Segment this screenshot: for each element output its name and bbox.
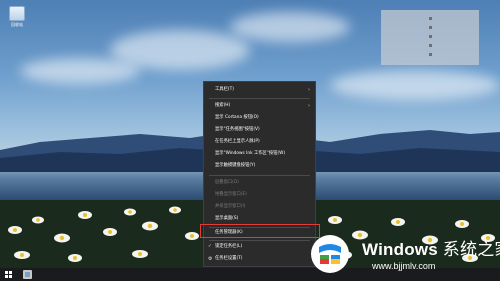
menu-item-label: 搜索(H) [215, 103, 231, 108]
menu-item-label: 在任务栏上显示人脉(P) [215, 139, 260, 144]
panel-mark [429, 17, 432, 20]
menu-item-label: 显示"任务视图"按钮(V) [215, 127, 260, 132]
blurred-panel [381, 10, 479, 65]
menu-item-label: 堆叠显示窗口(E) [215, 192, 247, 197]
menu-item-label: 显示触摸键盘按钮(Y) [215, 163, 256, 168]
checkmark-icon: ✓ [208, 244, 212, 249]
chevron-right-icon: › [308, 103, 310, 109]
menu-item-show-task-view[interactable]: 显示"任务视图"按钮(V) [204, 125, 315, 135]
windows-logo-icon [319, 244, 341, 264]
watermark-brand: Windows 系统之家 [362, 235, 500, 260]
panel-mark [429, 53, 432, 56]
taskbar-app-icon[interactable] [23, 270, 32, 279]
menu-item-label: 层叠窗口(D) [215, 180, 239, 185]
watermark: Windows 系统之家 www.bjjmlv.com [299, 226, 500, 281]
menu-separator [209, 175, 310, 176]
menu-item-search[interactable]: 搜索(H) › [204, 101, 315, 111]
watermark-brand-en: Windows [362, 240, 438, 259]
menu-item-label: 显示"Windows Ink 工作区"按钮(W) [215, 151, 286, 156]
desktop-icon-label: 回收站 [11, 22, 23, 27]
recycle-bin-shortcut[interactable]: 回收站 [6, 6, 28, 28]
panel-mark [429, 26, 432, 29]
menu-item-show-desktop[interactable]: 显示桌面(S) [204, 214, 315, 224]
menu-item-toolbars[interactable]: 工具栏(T) › [204, 85, 315, 95]
menu-item-stack-windows: 堆叠显示窗口(E) [204, 190, 315, 200]
menu-item-show-windows-ink[interactable]: 显示"Windows Ink 工作区"按钮(W) [204, 149, 315, 159]
menu-item-show-touch-keyboard[interactable]: 显示触摸键盘按钮(Y) [204, 161, 315, 171]
menu-item-label: 锁定任务栏(L) [215, 244, 243, 249]
cloud [230, 12, 350, 42]
chevron-right-icon: › [308, 87, 310, 93]
watermark-logo [311, 235, 349, 273]
menu-item-show-people[interactable]: 在任务栏上显示人脉(P) [204, 137, 315, 147]
windows-start-icon[interactable] [5, 271, 12, 278]
cloud [20, 58, 140, 84]
menu-item-label: 显示桌面(S) [215, 216, 239, 221]
menu-item-label: 工具栏(T) [215, 87, 234, 92]
menu-item-show-cortana[interactable]: 显示 Cortana 按钮(O) [204, 113, 315, 123]
recycle-bin-icon [9, 6, 25, 21]
panel-mark [429, 44, 432, 47]
watermark-url: www.bjjmlv.com [372, 261, 436, 271]
menu-item-label: 并排显示窗口(I) [215, 204, 246, 209]
menu-item-label: 任务栏设置(T) [215, 256, 243, 261]
watermark-brand-cn: 系统之家 [442, 240, 500, 260]
menu-item-label: 显示 Cortana 按钮(O) [215, 115, 259, 120]
cloud [330, 70, 500, 100]
menu-separator [209, 98, 310, 99]
menu-separator [209, 240, 310, 241]
gear-icon: ⚙ [208, 256, 213, 262]
menu-item-cascade-windows: 层叠窗口(D) [204, 178, 315, 188]
panel-mark [429, 35, 432, 38]
menu-item-side-by-side: 并排显示窗口(I) [204, 202, 315, 212]
